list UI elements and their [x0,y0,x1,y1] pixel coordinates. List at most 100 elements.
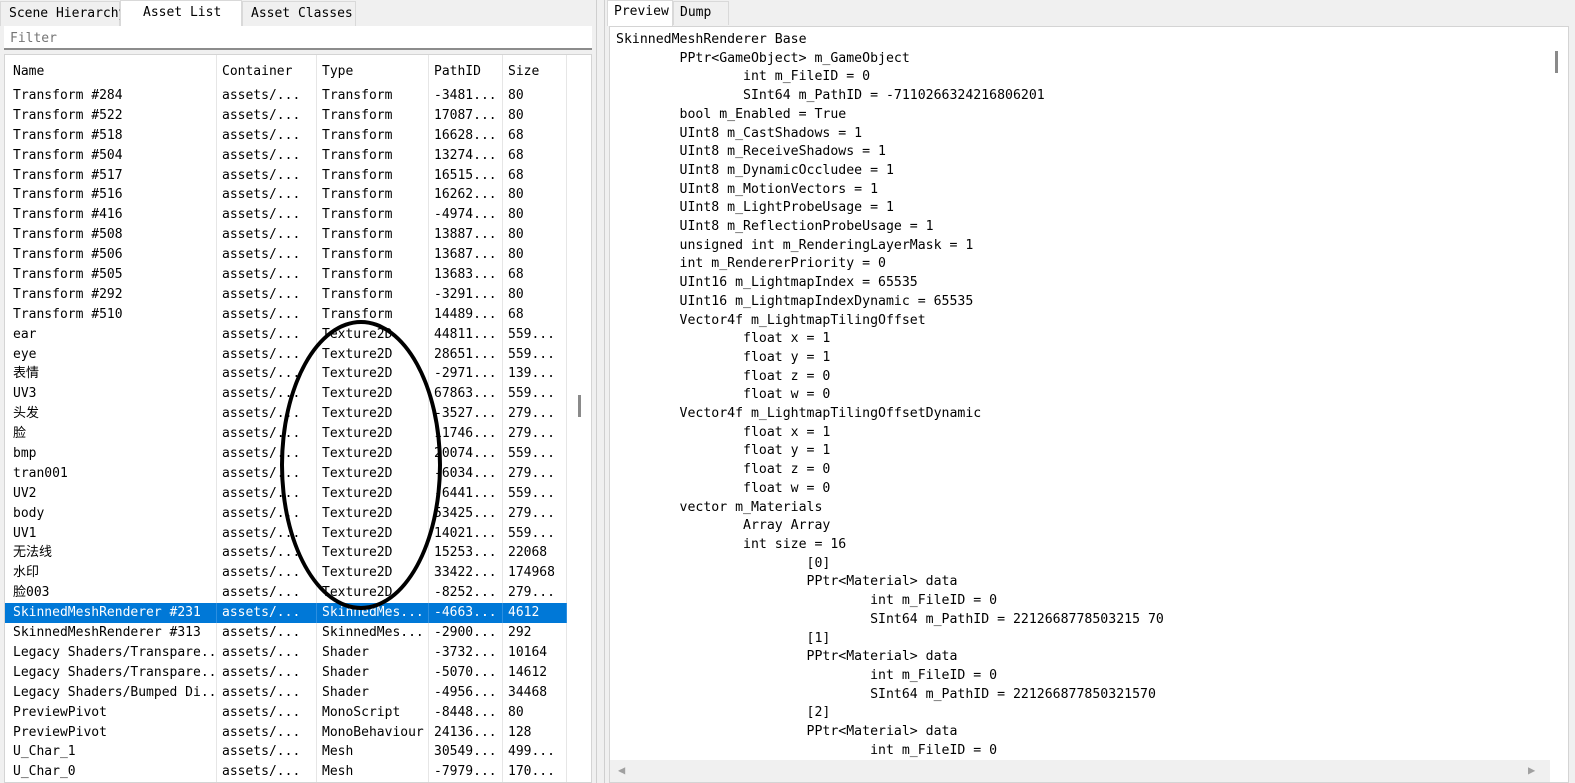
table-header: Name Container Type PathID Size [5,55,567,86]
cell-pathid: -6441... [429,483,503,504]
cell-size: 80 [503,86,567,106]
cell-size: 80 [503,225,567,246]
table-row[interactable]: Legacy Shaders/Transpare... assets/... Sha… [5,642,567,663]
dump-line: unsigned int m_RenderingLayerMask = 1 [616,237,974,253]
table-row[interactable]: Transform #516 assets/... Transform 16262..… [5,185,567,206]
table-row[interactable]: body assets/... Texture2D 53425... 279... [5,503,567,524]
cell-container: assets/... [217,503,317,524]
scrollbar-thumb[interactable] [1555,51,1558,73]
table-row[interactable]: UV1 assets/... Texture2D 14021... 559... [5,523,567,544]
cell-pathid: 20074... [429,444,503,464]
cell-container: assets/... [217,623,317,643]
table-row[interactable]: 水印 assets/... Texture2D 33422... 174968 [5,563,567,584]
table-row[interactable]: Transform #416 assets/... Transform -4974..… [5,205,567,226]
cell-pathid: 24136... [429,722,503,743]
table-row[interactable]: PreviewPivot assets/... MonoScript -8448...… [5,702,567,723]
column-header-size[interactable]: Size [503,55,567,86]
dump-line: int size = 16 [616,536,847,552]
table-row[interactable]: 头发 assets/... Texture2D -3527... 279... [5,404,567,425]
column-header-type[interactable]: Type [317,55,429,86]
dump-line: float z = 0 [616,462,831,478]
dump-line: float x = 1 [616,331,831,347]
dump-line: Vector4f m_LightmapTilingOffsetDynamic [616,406,982,422]
cell-pathid: -6034... [429,463,503,484]
cell-name: SkinnedMeshRenderer #313 [8,623,217,643]
cell-type: Mesh [317,742,429,763]
table-row[interactable]: Transform #518 assets/... Transform 16628..… [5,125,567,146]
table-row[interactable]: 无法线 assets/... Texture2D 15253... 22068 [5,543,567,564]
cell-pathid: 44811... [429,324,503,345]
table-row[interactable]: Transform #505 assets/... Transform 13683..… [5,265,567,285]
cell-pathid: 53425... [429,503,503,524]
cell-name: Transform #508 [8,225,217,246]
table-row[interactable]: Transform #506 assets/... Transform 13687..… [5,245,567,266]
cell-name: U_Char_0 [8,762,217,782]
table-row[interactable]: bmp assets/... Texture2D 20074... 559... [5,444,567,464]
cell-container: assets/... [217,424,317,445]
cell-name: PreviewPivot [8,722,217,743]
tab-scene-hierarchy[interactable]: Scene Hierarchy [0,1,126,26]
table-row[interactable]: Transform #522 assets/... Transform 17087..… [5,105,567,126]
column-header-pathid[interactable]: PathID [429,55,503,86]
filter-input[interactable] [10,29,570,47]
table-row[interactable]: Legacy Shaders/Bumped Di... assets/... Sha… [5,682,567,703]
table-row[interactable]: tran001 assets/... Texture2D -6034... 279... [5,463,567,484]
table-row[interactable]: SkinnedMeshRenderer #313 assets/... Skinne… [5,623,567,643]
cell-size: 10164 [503,642,567,663]
tab-dump[interactable]: Dump [673,1,729,25]
table-row[interactable]: Transform #504 assets/... Transform 13274..… [5,145,567,166]
table-row[interactable]: ear assets/... Texture2D 44811... 559... [5,324,567,345]
dump-line: UInt8 m_ReceiveShadows = 1 [616,144,886,160]
cell-name: 无法线 [8,543,217,564]
table-row[interactable]: Transform #292 assets/... Transform -3291..… [5,284,567,305]
table-row[interactable]: Legacy Shaders/Transpare... assets/... Sha… [5,662,567,683]
tab-asset-list[interactable]: Asset List [120,0,242,27]
dump-line: bool m_Enabled = True [616,106,847,122]
column-header-container[interactable]: Container [217,55,317,86]
cell-pathid: 16515... [429,165,503,186]
table-row[interactable]: UV2 assets/... Texture2D -6441... 559... [5,483,567,504]
asset-list-scrollbar[interactable] [570,55,591,782]
cell-pathid: 13687... [429,245,503,266]
scrollbar-thumb[interactable] [578,395,581,417]
table-row[interactable]: eye assets/... Texture2D 28651... 559... [5,344,567,365]
cell-type: Transform [317,105,429,126]
cell-pathid: 15253... [429,543,503,564]
scroll-right-icon[interactable]: ▶ [1528,763,1535,777]
dump-line: int m_FileID = 0 [616,593,998,609]
cell-type: Texture2D [317,324,429,345]
cell-pathid: 16628... [429,125,503,146]
cell-size: 22068 [503,543,567,564]
tab-preview[interactable]: Preview [607,0,673,26]
dump-line: PPtr<Material> data [616,649,958,665]
cell-size: 174968 [503,563,567,584]
table-row[interactable]: Transform #517 assets/... Transform 16515..… [5,165,567,186]
table-row[interactable]: Transform #508 assets/... Transform 13887..… [5,225,567,246]
table-row[interactable]: 脸 assets/... Texture2D 11746... 279... [5,424,567,445]
pane-splitter[interactable] [596,0,605,783]
table-row[interactable]: Transform #284 assets/... Transform -3481..… [5,86,567,106]
dump-text: SkinnedMeshRenderer Base PPtr<GameObject… [616,31,1536,759]
dump-horizontal-scrollbar[interactable]: ◀ ▶ [610,760,1550,782]
table-row[interactable]: 脸003 assets/... Texture2D -8252... 279... [5,583,567,604]
dump-line: SInt64 m_PathID = -7110266324216806201 [616,88,1045,104]
table-row[interactable]: UV3 assets/... Texture2D 67863... 559... [5,384,567,405]
table-row[interactable]: U_Char_0 assets/... Mesh -7979... 170... [5,762,567,782]
cell-name: 头发 [8,404,217,425]
table-row[interactable]: SkinnedMeshRenderer #231 assets/... Skinne… [5,603,567,624]
dump-vertical-scrollbar[interactable] [1548,27,1566,760]
cell-type: Transform [317,145,429,166]
cell-type: Texture2D [317,344,429,365]
column-header-name[interactable]: Name [8,55,217,86]
table-row[interactable]: 表情 assets/... Texture2D -2971... 139... [5,364,567,385]
cell-container: assets/... [217,583,317,604]
cell-container: assets/... [217,125,317,146]
tab-asset-classes[interactable]: Asset Classes [242,1,356,26]
cell-type: Texture2D [317,483,429,504]
table-row[interactable]: U_Char_1 assets/... Mesh 30549... 499... [5,742,567,763]
scroll-left-icon[interactable]: ◀ [618,763,625,777]
cell-size: 499... [503,742,567,763]
table-row[interactable]: Transform #510 assets/... Transform 14489..… [5,304,567,325]
cell-size: 559... [503,523,567,544]
table-row[interactable]: PreviewPivot assets/... MonoBehaviour 24136… [5,722,567,743]
